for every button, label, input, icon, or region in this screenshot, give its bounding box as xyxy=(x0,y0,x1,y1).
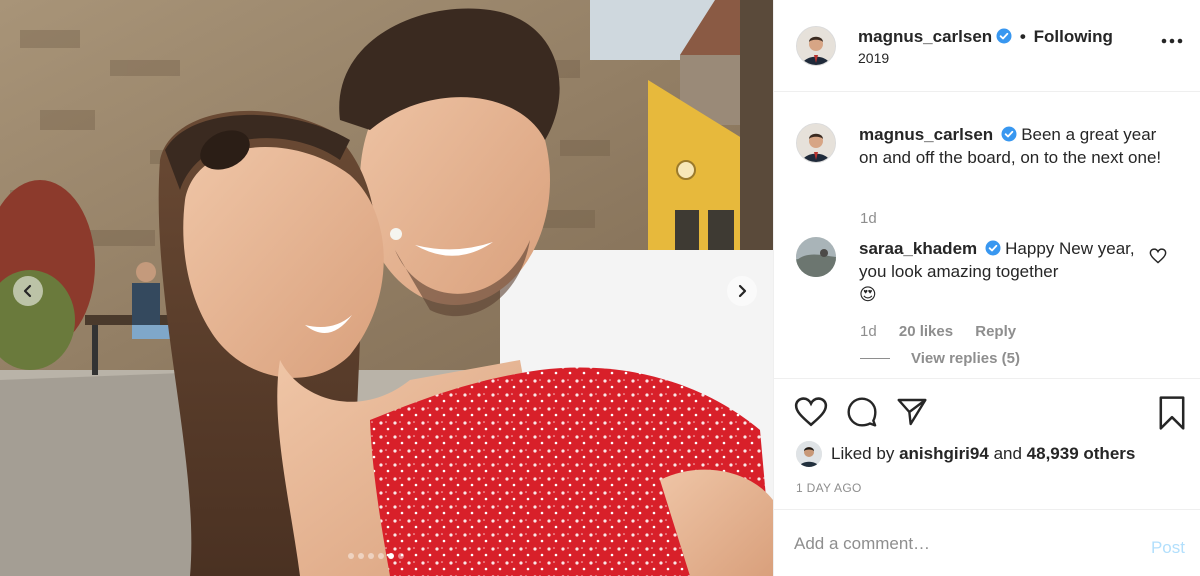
post-comment-button[interactable]: Post xyxy=(1151,538,1185,558)
heart-icon[interactable] xyxy=(794,396,828,428)
separator-dot: • xyxy=(1019,27,1026,46)
likes-others-count[interactable]: 48,939 others xyxy=(1027,444,1136,464)
liker-username[interactable]: anishgiri94 xyxy=(899,444,989,464)
carousel-dot xyxy=(398,553,404,559)
caption-text-block: magnus_carlsen Been a great year on and o… xyxy=(859,123,1175,169)
chevron-left-icon xyxy=(23,284,32,298)
action-bar xyxy=(774,392,1200,434)
comment-icon[interactable] xyxy=(845,396,879,428)
verified-badge-icon xyxy=(1001,126,1017,142)
more-horizontal-icon[interactable] xyxy=(1161,38,1183,44)
view-replies-button[interactable]: View replies (5) xyxy=(860,350,1020,367)
caption-meta: 1d xyxy=(860,210,895,227)
likes-middle: and xyxy=(993,444,1022,463)
comments-section: magnus_carlsen Been a great year on and o… xyxy=(774,92,1200,379)
comment-time[interactable]: 1d xyxy=(860,323,877,340)
post-location[interactable]: 2019 xyxy=(858,50,889,66)
verified-badge-icon xyxy=(985,240,1001,256)
replies-divider-line xyxy=(860,358,890,359)
likes-summary: Liked by anishgiri94 and 48,939 others xyxy=(796,440,1135,468)
avatar-image xyxy=(796,237,836,277)
author-username[interactable]: magnus_carlsen xyxy=(858,27,992,46)
caption-author-avatar[interactable] xyxy=(796,123,836,163)
like-comment-heart-icon[interactable] xyxy=(1149,248,1167,264)
avatar-image xyxy=(797,27,835,65)
post-side-panel: magnus_carlsen • Following 2019 magnus_c… xyxy=(773,0,1200,576)
comment-text-block: saraa_khadem Happy New year, you look ama… xyxy=(859,237,1139,306)
bookmark-icon[interactable] xyxy=(1158,396,1186,430)
post-photo[interactable] xyxy=(0,0,773,576)
reply-button[interactable]: Reply xyxy=(975,323,1016,340)
carousel-dot xyxy=(358,553,364,559)
post-header: magnus_carlsen • Following 2019 xyxy=(774,0,1200,92)
verified-badge-icon xyxy=(996,28,1012,44)
add-comment-bar: Post xyxy=(774,509,1200,576)
commenter-avatar[interactable] xyxy=(796,237,836,277)
caption-time[interactable]: 1d xyxy=(860,210,877,227)
carousel-dot xyxy=(378,553,384,559)
share-icon[interactable] xyxy=(895,396,929,428)
comment-input[interactable] xyxy=(794,534,1124,554)
author-avatar[interactable] xyxy=(796,26,836,66)
carousel-dot xyxy=(388,553,394,559)
carousel-dot xyxy=(348,553,354,559)
likes-prefix: Liked by xyxy=(831,444,895,463)
carousel-prev-button[interactable] xyxy=(13,276,43,306)
avatar-image xyxy=(797,124,835,162)
heart-eyes-emoji: 😍 xyxy=(859,285,877,304)
caption-username[interactable]: magnus_carlsen xyxy=(859,125,993,144)
carousel-next-button[interactable] xyxy=(727,276,757,306)
avatar-image xyxy=(796,441,822,467)
carousel-dot xyxy=(368,553,374,559)
comment-likes[interactable]: 20 likes xyxy=(899,323,953,340)
commenter-username[interactable]: saraa_khadem xyxy=(859,239,977,258)
photo-image xyxy=(0,0,773,576)
follow-status-button[interactable]: Following xyxy=(1034,27,1113,46)
post-timestamp[interactable]: 1 DAY AGO xyxy=(796,481,862,495)
carousel-indicator xyxy=(348,553,404,559)
chevron-right-icon xyxy=(738,284,747,298)
liker-avatar[interactable] xyxy=(796,441,822,467)
view-replies-label: View replies (5) xyxy=(911,350,1020,367)
comment-meta: 1d 20 likes Reply xyxy=(860,323,1034,340)
